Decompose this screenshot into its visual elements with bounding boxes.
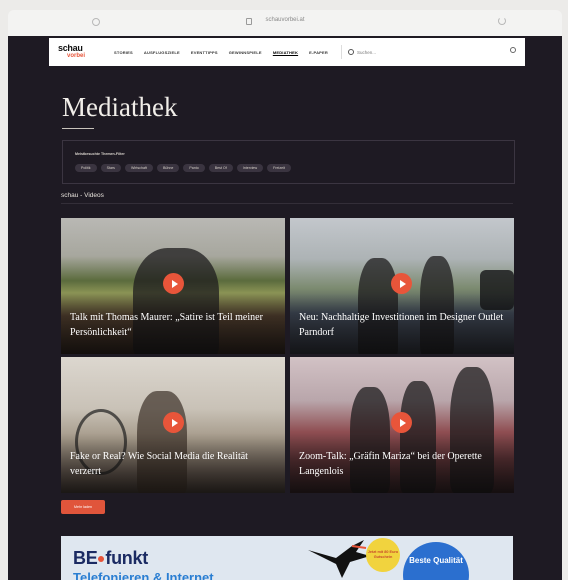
play-button[interactable]	[163, 273, 184, 294]
filter-heading: Meistbesuchte Themen-Filter	[75, 152, 125, 156]
filter-tag-freizeit[interactable]: Freizeit	[267, 164, 291, 172]
play-button[interactable]	[163, 412, 184, 433]
logo-bottom: vorbei	[67, 53, 86, 59]
video-card[interactable]: Talk mit Thomas Maurer: „Satire ist Teil…	[61, 218, 285, 354]
topic-filter-box: Meistbesuchte Themen-Filter Politik Star…	[62, 140, 515, 184]
filter-tag-panto[interactable]: Panto	[183, 164, 205, 172]
filter-tag-interview[interactable]: Interview	[236, 164, 264, 172]
play-icon	[171, 418, 178, 427]
video-title[interactable]: Neu: Nachhaltige Investitionen im Design…	[299, 310, 506, 340]
nav-item-eventtipps[interactable]: EVENTTIPPS	[191, 50, 218, 55]
video-card[interactable]: Neu: Nachhaltige Investitionen im Design…	[290, 218, 514, 354]
nav-item-stories[interactable]: STORIES	[114, 50, 133, 55]
lock-icon	[246, 18, 252, 25]
load-more-button[interactable]: Mehr laden	[61, 500, 105, 514]
nav-item-mediathek[interactable]: MEDIATHEK	[273, 50, 298, 55]
title-underline	[62, 128, 94, 129]
ad-subline: Telefonieren & Internet	[73, 570, 214, 580]
filter-tag-stars[interactable]: Stars	[100, 164, 121, 172]
address-bar[interactable]: schauvorbei.at	[265, 17, 304, 23]
top-navigation: schau vorbei STORIES AUSFLUGSZIELE EVENT…	[49, 38, 525, 66]
search-input[interactable]: Suchen...	[357, 50, 417, 55]
nav-menu: STORIES AUSFLUGSZIELE EVENTTIPPS GEWINNS…	[114, 50, 339, 55]
filter-tag-politik[interactable]: Politik	[75, 164, 97, 172]
ad-badge: Jetzt mit 80 Euro Gutschein	[366, 538, 400, 572]
nav-item-gewinnspiele[interactable]: GEWINNSPIELE	[229, 50, 262, 55]
filter-tags: Politik Stars Wirtschaft Bühne Panto Bes…	[75, 164, 295, 172]
search-icon	[347, 49, 354, 55]
filter-tag-best-of[interactable]: Best Of	[208, 164, 233, 172]
ad-brand-part-a: BE	[73, 548, 98, 568]
play-icon	[171, 279, 178, 288]
ad-brand-part-b: funkt	[105, 548, 148, 568]
browser-chrome: schauvorbei.at	[8, 10, 562, 36]
ad-dot-icon	[98, 556, 105, 563]
play-icon	[399, 279, 406, 288]
advertisement-banner[interactable]: BE funkt Telefonieren & Internet Jetzt mi…	[61, 536, 513, 580]
video-card[interactable]: Fake or Real? Wie Social Media die Reali…	[61, 357, 285, 493]
video-title[interactable]: Fake or Real? Wie Social Media die Reali…	[70, 449, 277, 479]
ad-circle: Beste Qualität	[403, 542, 469, 580]
video-card[interactable]: Zoom-Talk: „Gräfin Mariza“ bei der Opere…	[290, 357, 514, 493]
nav-item-e-paper[interactable]: E-PAPER	[309, 50, 328, 55]
site-logo[interactable]: schau vorbei	[58, 44, 104, 60]
play-button[interactable]	[391, 273, 412, 294]
tab-overview-icon[interactable]	[92, 18, 100, 26]
filter-tag-wirtschaft[interactable]: Wirtschaft	[124, 164, 153, 172]
nav-item-ausflugsziele[interactable]: AUSFLUGSZIELE	[144, 50, 180, 55]
ad-brand: BE funkt	[73, 548, 148, 569]
user-icon[interactable]	[509, 47, 516, 55]
filter-tag-buehne[interactable]: Bühne	[156, 164, 180, 172]
play-icon	[399, 418, 406, 427]
page: schau vorbei STORIES AUSFLUGSZIELE EVENT…	[8, 36, 562, 580]
logo-top: schau	[58, 43, 83, 53]
page-title: Mediathek	[62, 92, 178, 122]
refresh-icon[interactable]	[498, 17, 506, 25]
section-divider	[61, 203, 513, 204]
video-title[interactable]: Talk mit Thomas Maurer: „Satire ist Teil…	[70, 310, 277, 340]
play-button[interactable]	[391, 412, 412, 433]
section-label: schau - Videos	[61, 192, 104, 199]
video-title[interactable]: Zoom-Talk: „Gräfin Mariza“ bei der Opere…	[299, 449, 506, 479]
search-box[interactable]: Suchen...	[340, 45, 417, 59]
